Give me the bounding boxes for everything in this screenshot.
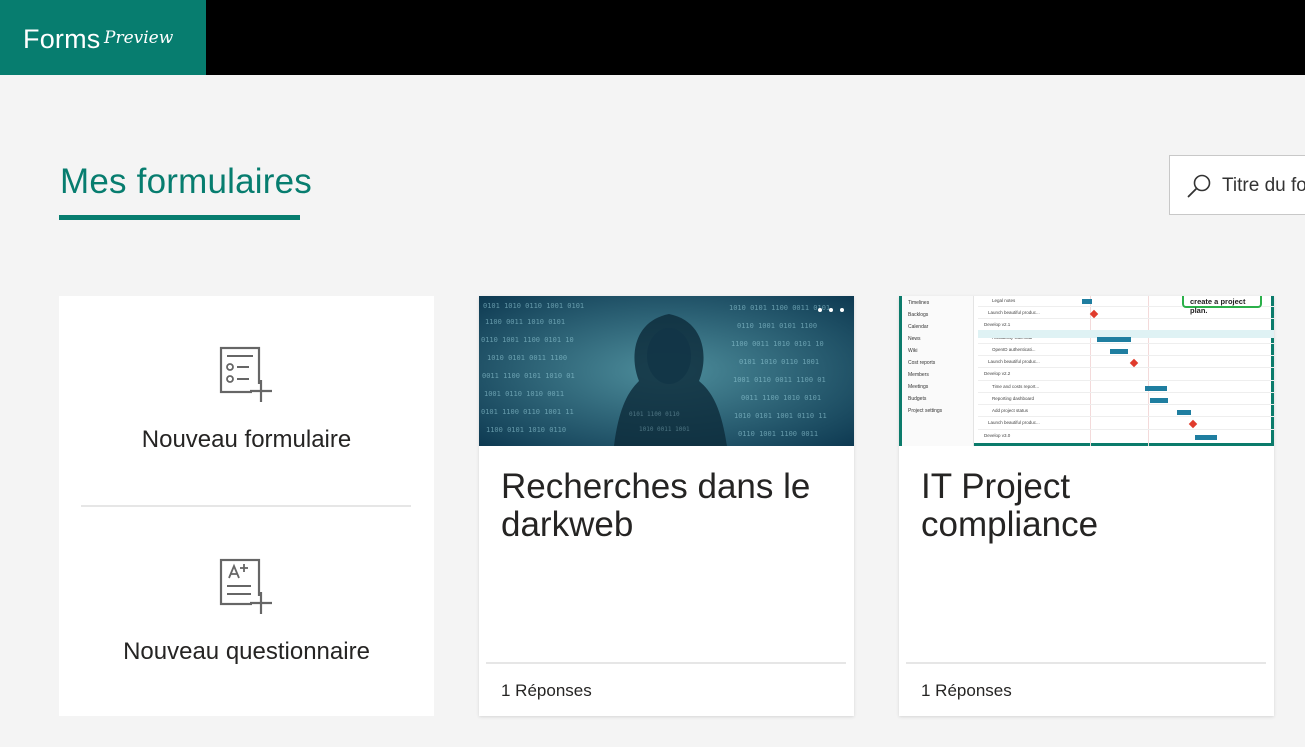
- form-card-it-project-compliance[interactable]: Timelines Backlogs Calendar News Wiki Co…: [899, 296, 1274, 716]
- new-form-button[interactable]: Nouveau formulaire: [59, 296, 434, 496]
- new-quiz-button[interactable]: Nouveau questionnaire: [59, 508, 434, 708]
- gantt-task-label: Launch beautiful produc...: [988, 359, 1040, 364]
- svg-text:1100 0011 1010 0101: 1100 0011 1010 0101: [485, 318, 565, 326]
- svg-text:0101 1100 0110: 0101 1100 0110: [629, 411, 680, 418]
- page-title[interactable]: Mes formulaires: [60, 162, 312, 202]
- gantt-nav-item: Wiki: [908, 348, 918, 354]
- card-divider: [486, 662, 846, 664]
- svg-text:1010 0101 0011 1100: 1010 0101 0011 1100: [487, 354, 567, 362]
- gantt-task-label: OpenID authenticati...: [992, 347, 1036, 352]
- gantt-nav-item: Members: [908, 372, 929, 378]
- svg-text:0110 1001 0101 1100: 0110 1001 0101 1100: [737, 322, 817, 330]
- gantt-task-label: Time and costs report...: [992, 384, 1040, 389]
- hacker-image-icon: 0101 1010 0110 1001 0101 1100 0011 1010 …: [479, 296, 854, 446]
- svg-text:1010 0011 1001: 1010 0011 1001: [639, 426, 690, 433]
- svg-text:0110 1001 1100 0011: 0110 1001 1100 0011: [738, 430, 818, 438]
- gantt-callout: create a project plan.: [1182, 296, 1262, 315]
- gantt-task-label: Add project status: [992, 408, 1029, 413]
- gantt-sidebar: Timelines Backlogs Calendar News Wiki Co…: [902, 296, 974, 446]
- search-icon: [1187, 174, 1211, 198]
- svg-text:0011 1100 1010 0101: 0011 1100 1010 0101: [741, 394, 821, 402]
- app-brand[interactable]: Forms Preview: [0, 0, 206, 75]
- card-responses-count: 1 Réponses: [501, 681, 592, 700]
- svg-text:1001 0110 0011 1100 01: 1001 0110 0011 1100 01: [733, 376, 826, 384]
- new-panel-divider: [81, 505, 411, 507]
- svg-text:0101 1100 0110 1001 11: 0101 1100 0110 1001 11: [481, 408, 574, 416]
- gantt-task-label: Legal notes: [992, 298, 1016, 303]
- gantt-task-label: Develop v2.1: [984, 322, 1011, 327]
- gantt-task-label: Develop v3.0: [984, 433, 1011, 438]
- search-input[interactable]: [1222, 173, 1305, 199]
- gantt-screenshot-thumb: Timelines Backlogs Calendar News Wiki Co…: [899, 296, 1274, 446]
- card-thumbnail-image: 0101 1010 0110 1001 0101 1100 0011 1010 …: [479, 296, 854, 446]
- gantt-task-label: Develop v2.2: [984, 371, 1011, 376]
- gantt-task-label: Launch beautiful produc...: [988, 420, 1040, 425]
- page-title-underline: [59, 215, 300, 220]
- new-quiz-label: Nouveau questionnaire: [123, 638, 370, 665]
- gantt-nav-item: Backlogs: [908, 312, 929, 318]
- app-preview-badge: Preview: [104, 28, 174, 48]
- gantt-nav-item: Budgets: [908, 396, 927, 402]
- gantt-nav-item: Project settings: [908, 408, 943, 414]
- svg-text:0011 1100 0101 1010 01: 0011 1100 0101 1010 01: [482, 372, 575, 380]
- svg-text:0101 1010 0110 1001 0101: 0101 1010 0110 1001 0101: [483, 302, 584, 310]
- svg-text:0110 1001 1100 0101 10: 0110 1001 1100 0101 10: [481, 336, 574, 344]
- search-box[interactable]: [1169, 155, 1305, 215]
- card-title: IT Project compliance: [921, 467, 1099, 544]
- gantt-task-label: Launch beautiful produc...: [988, 310, 1040, 315]
- card-more-options-icon[interactable]: [818, 308, 844, 312]
- svg-text:1100 0101 1010 0110: 1100 0101 1010 0110: [486, 426, 566, 434]
- new-panel: Nouveau formulaire Nouveau questionnaire: [59, 296, 434, 716]
- form-card-darkweb[interactable]: 0101 1010 0110 1001 0101 1100 0011 1010 …: [479, 296, 854, 716]
- top-bar: Forms Preview: [0, 0, 1305, 75]
- svg-text:1001 0110 1010 0011: 1001 0110 1010 0011: [484, 390, 564, 398]
- svg-text:1100 0011 1010 0101 10: 1100 0011 1010 0101 10: [731, 340, 824, 348]
- gantt-nav-item: Meetings: [908, 384, 929, 390]
- new-form-icon: [219, 346, 272, 402]
- gantt-nav-item: Timelines: [908, 300, 930, 306]
- app-name: Forms: [23, 24, 101, 54]
- new-form-label: Nouveau formulaire: [141, 426, 352, 453]
- card-divider: [906, 662, 1266, 664]
- card-thumbnail-image: Timelines Backlogs Calendar News Wiki Co…: [899, 296, 1274, 446]
- svg-text:1010 0101 1100 0011 0101: 1010 0101 1100 0011 0101: [729, 304, 830, 312]
- gantt-task-label: Reporting dashboard: [992, 396, 1035, 401]
- new-quiz-icon: [219, 558, 272, 614]
- gantt-nav-item: Cost reports: [908, 360, 936, 366]
- svg-text:1010 0101 1001 0110 11: 1010 0101 1001 0110 11: [734, 412, 827, 420]
- card-title: Recherches dans le darkweb: [501, 467, 811, 544]
- card-responses-count: 1 Réponses: [921, 681, 1012, 700]
- svg-text:0101 1010 0110 1001: 0101 1010 0110 1001: [739, 358, 819, 366]
- gantt-nav-item: Calendar: [908, 324, 929, 330]
- gantt-nav-item: News: [908, 336, 921, 342]
